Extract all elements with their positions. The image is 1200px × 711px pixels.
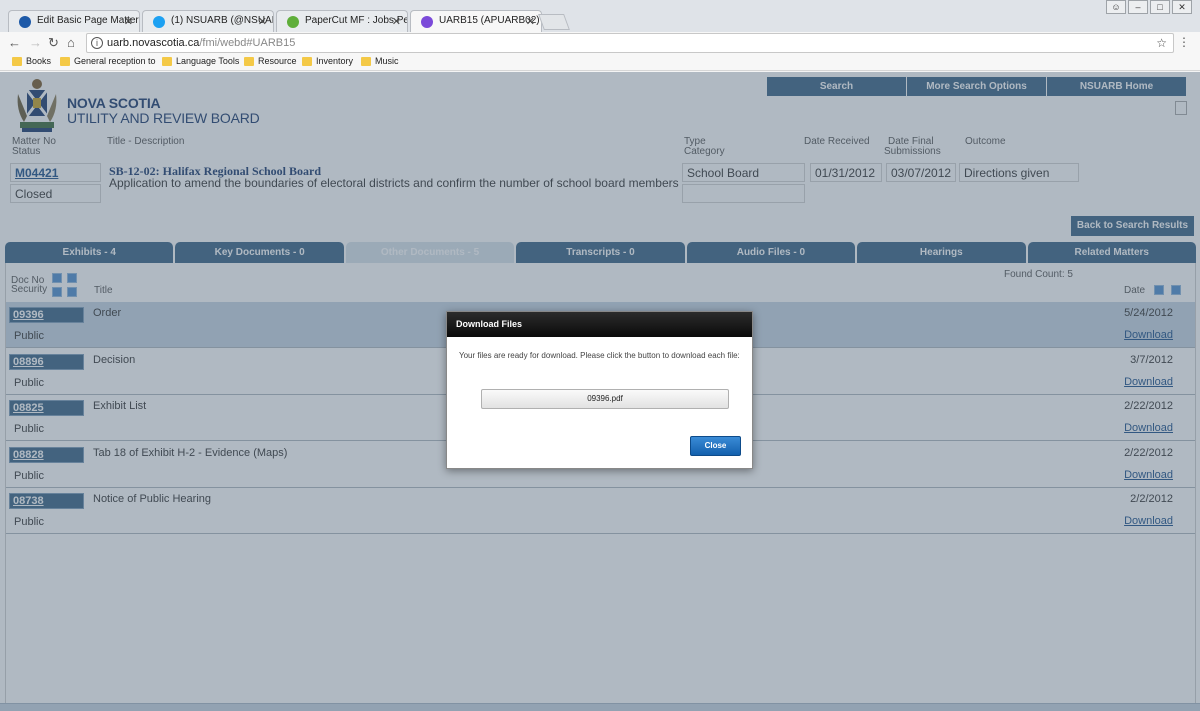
address-bar-row: ← → ↻ ⌂ i uarb.novascotia.ca/fmi/webd#UA… [0,32,1200,54]
browser-tab-edit-basic-page[interactable]: Edit Basic Page Matters a ✕ [8,10,140,32]
menu-icon[interactable]: ⋮ [1178,35,1190,49]
papercut-icon [287,16,299,28]
close-icon[interactable]: ✕ [124,15,133,28]
folder-icon [162,57,172,66]
bookmark-star-icon[interactable]: ☆ [1156,36,1167,50]
browser-tab-uarb15[interactable]: UARB15 (APUARB02) ✕ [410,10,542,32]
download-file-button[interactable]: 09396.pdf [481,389,729,409]
new-tab-button[interactable] [538,14,570,30]
bookmark-resource[interactable]: Resource [244,56,297,66]
folder-icon [12,57,22,66]
twitter-icon [153,16,165,28]
download-files-dialog: Download Files Your files are ready for … [446,311,753,469]
folder-icon [302,57,312,66]
folder-icon [361,57,371,66]
maximize-icon[interactable]: □ [1150,0,1170,14]
window-controls: ☺ – □ ✕ [1104,0,1192,14]
home-icon[interactable]: ⌂ [67,35,75,50]
browser-tab-label: UARB15 (APUARB02) [439,15,540,26]
browser-tab-bar: Edit Basic Page Matters a ✕ (1) NSUARB (… [0,0,1200,32]
back-arrow-icon[interactable]: ← [8,35,21,50]
forward-arrow-icon[interactable]: → [29,35,42,50]
close-button[interactable]: Close [690,436,741,456]
site-icon [19,16,31,28]
folder-icon [60,57,70,66]
info-icon[interactable]: i [91,37,103,49]
close-icon[interactable]: ✕ [526,15,535,28]
filemaker-icon [421,16,433,28]
bookmark-books[interactable]: Books [12,56,51,66]
url-path: /fmi/webd#UARB15 [199,37,296,49]
bookmark-inventory[interactable]: Inventory [302,56,353,66]
browser-tab-twitter[interactable]: (1) NSUARB (@NSUARB) ✕ [142,10,274,32]
browser-tab-papercut[interactable]: PaperCut MF : Jobs Pend ✕ [276,10,408,32]
close-icon[interactable]: ✕ [258,15,267,28]
dialog-title: Download Files [447,312,752,337]
bookmark-general-reception[interactable]: General reception to [60,56,156,66]
folder-icon [244,57,254,66]
bookmark-music[interactable]: Music [361,56,399,66]
bookmarks-bar: Books General reception to Language Tool… [0,54,1200,71]
bookmark-language-tools[interactable]: Language Tools [162,56,239,66]
minimize-icon[interactable]: – [1128,0,1148,14]
close-icon[interactable]: ✕ [392,15,401,28]
close-window-icon[interactable]: ✕ [1172,0,1192,14]
user-icon[interactable]: ☺ [1106,0,1126,14]
dialog-message: Your files are ready for download. Pleas… [459,351,740,360]
url-input[interactable]: i uarb.novascotia.ca/fmi/webd#UARB15 ☆ [86,33,1174,53]
url-host: uarb.novascotia.ca [107,37,200,49]
reload-icon[interactable]: ↻ [48,35,59,51]
